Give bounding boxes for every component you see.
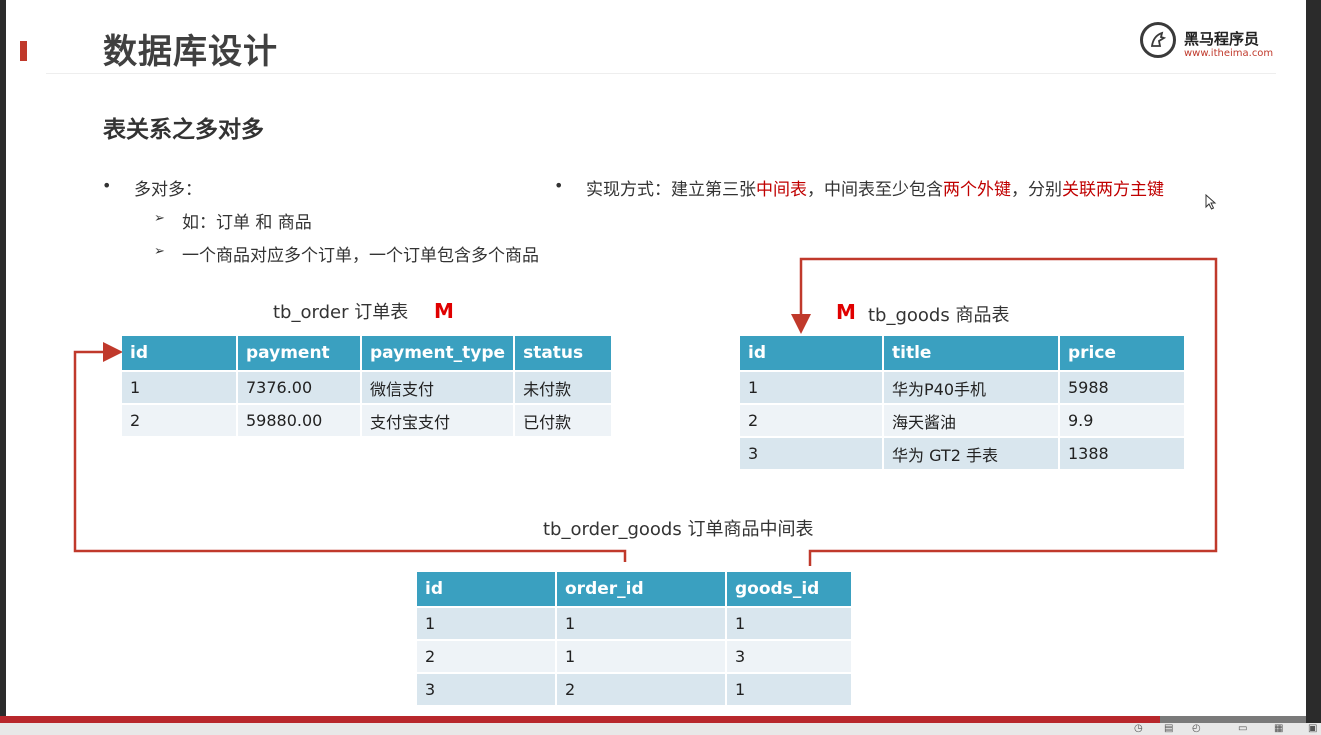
order-table-caption: tb_order 订单表 bbox=[273, 302, 409, 323]
table-cell: 7376.00 bbox=[238, 370, 360, 403]
table-cell: 3 bbox=[740, 436, 882, 469]
order-many-marker: M bbox=[434, 299, 454, 323]
order-table: id payment payment_type status 1 7376.00… bbox=[120, 336, 613, 436]
footer-accent-bar bbox=[0, 716, 1160, 723]
column-header: payment bbox=[238, 336, 360, 370]
junction-table-caption: tb_order_goods 订单商品中间表 bbox=[543, 519, 814, 540]
table-cell: 1 bbox=[557, 606, 725, 639]
viewer-control-bar: ◷ ▤ ◴ ▭ ▦ ▣ bbox=[0, 723, 1321, 735]
table-header-row: id order_id goods_id bbox=[417, 572, 851, 606]
table-cell: 已付款 bbox=[515, 403, 612, 436]
column-header: title bbox=[884, 336, 1058, 370]
clock-icon[interactable]: ◷ bbox=[1134, 724, 1143, 734]
table-cell: 59880.00 bbox=[238, 403, 360, 436]
slide-view-icon[interactable]: ▭ bbox=[1238, 724, 1247, 734]
column-header: price bbox=[1060, 336, 1184, 370]
table-row: 1 华为P40手机 5988 bbox=[740, 370, 1184, 403]
table-row: 3 2 1 bbox=[417, 672, 851, 705]
column-header: payment_type bbox=[362, 336, 514, 370]
goods-many-marker: M bbox=[836, 300, 856, 324]
table-cell: 2 bbox=[557, 672, 725, 705]
column-header: id bbox=[740, 336, 882, 370]
table-cell: 2 bbox=[122, 403, 236, 436]
table-cell: 3 bbox=[727, 639, 851, 672]
table-cell: 1 bbox=[727, 606, 851, 639]
slide: 数据库设计 黑马程序员 www.itheima.com 表关系之多对多 • 多对… bbox=[6, 0, 1306, 716]
footer-accent-bar-dark bbox=[1160, 716, 1306, 723]
table-row: 1 7376.00 微信支付 未付款 bbox=[122, 370, 612, 403]
table-cell: 1 bbox=[417, 606, 555, 639]
table-cell: 1388 bbox=[1060, 436, 1184, 469]
table-cell: 5988 bbox=[1060, 370, 1184, 403]
fullscreen-icon[interactable]: ▣ bbox=[1308, 724, 1317, 734]
column-header: order_id bbox=[557, 572, 725, 606]
table-cell: 1 bbox=[727, 672, 851, 705]
table-cell: 3 bbox=[417, 672, 555, 705]
column-header: id bbox=[417, 572, 555, 606]
table-cell: 1 bbox=[122, 370, 236, 403]
table-header-row: id title price bbox=[740, 336, 1184, 370]
table-row: 2 海天酱油 9.9 bbox=[740, 403, 1184, 436]
replay-icon[interactable]: ◴ bbox=[1192, 724, 1201, 734]
notes-icon[interactable]: ▤ bbox=[1164, 724, 1173, 734]
table-cell: 9.9 bbox=[1060, 403, 1184, 436]
table-cell: 1 bbox=[557, 639, 725, 672]
table-cell: 海天酱油 bbox=[884, 403, 1058, 436]
column-header: id bbox=[122, 336, 236, 370]
table-cell: 华为 GT2 手表 bbox=[884, 436, 1058, 469]
column-header: goods_id bbox=[727, 572, 851, 606]
table-header-row: id payment payment_type status bbox=[122, 336, 612, 370]
table-row: 3 华为 GT2 手表 1388 bbox=[740, 436, 1184, 469]
table-cell: 未付款 bbox=[515, 370, 612, 403]
goods-table: id title price 1 华为P40手机 5988 2 海天酱油 9.9… bbox=[738, 336, 1186, 469]
table-cell: 微信支付 bbox=[362, 370, 514, 403]
column-header: status bbox=[515, 336, 612, 370]
mouse-cursor-icon bbox=[1205, 194, 1217, 210]
table-row: 1 1 1 bbox=[417, 606, 851, 639]
table-cell: 2 bbox=[417, 639, 555, 672]
table-cell: 华为P40手机 bbox=[884, 370, 1058, 403]
table-cell: 1 bbox=[740, 370, 882, 403]
table-cell: 2 bbox=[740, 403, 882, 436]
table-row: 2 59880.00 支付宝支付 已付款 bbox=[122, 403, 612, 436]
goods-table-caption: tb_goods 商品表 bbox=[868, 305, 1010, 326]
grid-view-icon[interactable]: ▦ bbox=[1274, 724, 1283, 734]
table-row: 2 1 3 bbox=[417, 639, 851, 672]
table-cell: 支付宝支付 bbox=[362, 403, 514, 436]
junction-table: id order_id goods_id 1 1 1 2 1 3 3 2 1 bbox=[415, 572, 853, 705]
